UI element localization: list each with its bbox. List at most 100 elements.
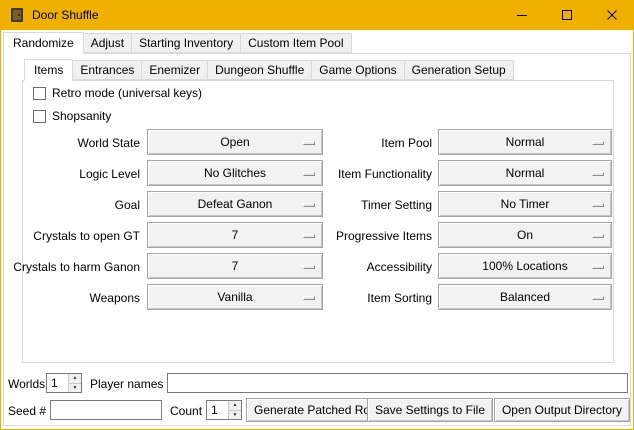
accessibility-label: Accessibility xyxy=(367,260,432,274)
door-shuffle-window: Door Shuffle Randomize Adjust Starting I… xyxy=(0,0,634,430)
worlds-value[interactable]: 1 xyxy=(47,374,68,392)
dropdown-value: No Glitches xyxy=(204,166,266,180)
minimize-button[interactable] xyxy=(499,0,544,30)
timer-setting-dropdown[interactable]: No Timer xyxy=(438,191,612,217)
shopsanity-label: Shopsanity xyxy=(52,109,111,123)
option-row: Crystals to harm Ganon 7 Accessibility 1… xyxy=(0,253,634,281)
item-functionality-label: Item Functionality xyxy=(338,167,432,181)
spin-down-icon[interactable]: ▼ xyxy=(229,411,241,420)
menu-indicator-icon xyxy=(303,172,315,176)
spinner-buttons: ▲ ▼ xyxy=(68,374,81,392)
player-names-input[interactable] xyxy=(167,373,628,393)
tab-starting-inventory[interactable]: Starting Inventory xyxy=(131,33,241,53)
accessibility-dropdown[interactable]: 100% Locations xyxy=(438,253,612,279)
crystals-gt-dropdown[interactable]: 7 xyxy=(147,222,323,248)
dropdown-value: No Timer xyxy=(501,197,550,211)
spinner-buttons: ▲ ▼ xyxy=(228,401,241,419)
crystals-ganon-label: Crystals to harm Ganon xyxy=(13,260,140,274)
dropdown-value: Defeat Ganon xyxy=(198,197,273,211)
goal-label: Goal xyxy=(115,198,140,212)
menu-indicator-icon xyxy=(592,141,604,145)
progressive-items-label: Progressive Items xyxy=(336,229,432,243)
tab-adjust[interactable]: Adjust xyxy=(83,33,132,53)
seed-label: Seed # xyxy=(8,404,46,418)
dropdown-value: 7 xyxy=(232,259,239,273)
player-names-label: Player names xyxy=(90,377,163,391)
open-output-directory-button[interactable]: Open Output Directory xyxy=(494,398,630,422)
world-state-dropdown[interactable]: Open xyxy=(147,129,323,155)
menu-indicator-icon xyxy=(592,265,604,269)
shopsanity-row: Shopsanity xyxy=(33,109,111,123)
tab-custom-item-pool[interactable]: Custom Item Pool xyxy=(240,33,351,53)
retro-mode-row: Retro mode (universal keys) xyxy=(33,86,202,100)
count-spinner[interactable]: 1 ▲ ▼ xyxy=(206,400,242,420)
menu-indicator-icon xyxy=(303,234,315,238)
dropdown-value: Normal xyxy=(506,166,545,180)
menu-indicator-icon xyxy=(303,296,315,300)
crystals-ganon-dropdown[interactable]: 7 xyxy=(147,253,323,279)
close-button[interactable] xyxy=(589,0,634,30)
shopsanity-checkbox[interactable] xyxy=(33,110,46,123)
tab-randomize[interactable]: Randomize xyxy=(3,32,84,54)
weapons-dropdown[interactable]: Vanilla xyxy=(147,284,323,310)
minimize-icon xyxy=(517,10,527,20)
tab-game-options[interactable]: Game Options xyxy=(311,60,404,80)
maximize-icon xyxy=(562,10,572,20)
option-row: Weapons Vanilla Item Sorting Balanced xyxy=(0,284,634,312)
retro-mode-checkbox[interactable] xyxy=(33,87,46,100)
item-sorting-label: Item Sorting xyxy=(367,291,432,305)
count-label: Count xyxy=(170,404,202,418)
dropdown-value: Balanced xyxy=(500,290,550,304)
worlds-spinner[interactable]: 1 ▲ ▼ xyxy=(46,373,82,393)
dropdown-value: Normal xyxy=(506,135,545,149)
menu-indicator-icon xyxy=(592,296,604,300)
logic-level-label: Logic Level xyxy=(79,167,140,181)
spin-up-icon[interactable]: ▲ xyxy=(229,401,241,411)
dropdown-value: 100% Locations xyxy=(482,259,567,273)
worlds-label: Worlds xyxy=(8,377,45,391)
option-row: Logic Level No Glitches Item Functionali… xyxy=(0,160,634,188)
inner-tab-bar: Items Entrances Enemizer Dungeon Shuffle… xyxy=(24,59,513,80)
menu-indicator-icon xyxy=(592,234,604,238)
option-row: Goal Defeat Ganon Timer Setting No Timer xyxy=(0,191,634,219)
timer-setting-label: Timer Setting xyxy=(361,198,432,212)
outer-tab-bar: Randomize Adjust Starting Inventory Cust… xyxy=(3,32,351,53)
tab-generation-setup[interactable]: Generation Setup xyxy=(404,60,514,80)
dropdown-value: 7 xyxy=(232,228,239,242)
progressive-items-dropdown[interactable]: On xyxy=(438,222,612,248)
option-row: Crystals to open GT 7 Progressive Items … xyxy=(0,222,634,250)
item-functionality-dropdown[interactable]: Normal xyxy=(438,160,612,186)
option-row: World State Open Item Pool Normal xyxy=(0,129,634,157)
menu-indicator-icon xyxy=(592,203,604,207)
menu-indicator-icon xyxy=(592,172,604,176)
weapons-label: Weapons xyxy=(90,291,140,305)
seed-input[interactable] xyxy=(50,400,162,420)
count-value[interactable]: 1 xyxy=(207,401,228,419)
dropdown-value: Vanilla xyxy=(217,290,252,304)
retro-mode-label: Retro mode (universal keys) xyxy=(52,86,202,100)
item-pool-label: Item Pool xyxy=(381,136,432,150)
logic-level-dropdown[interactable]: No Glitches xyxy=(147,160,323,186)
menu-indicator-icon xyxy=(303,203,315,207)
spin-up-icon[interactable]: ▲ xyxy=(69,374,81,384)
close-icon xyxy=(607,10,617,20)
window-title: Door Shuffle xyxy=(32,8,99,22)
dropdown-value: On xyxy=(517,228,533,242)
tab-dungeon-shuffle[interactable]: Dungeon Shuffle xyxy=(207,60,312,80)
tab-enemizer[interactable]: Enemizer xyxy=(141,60,208,80)
item-sorting-dropdown[interactable]: Balanced xyxy=(438,284,612,310)
goal-dropdown[interactable]: Defeat Ganon xyxy=(147,191,323,217)
world-state-label: World State xyxy=(78,136,140,150)
menu-indicator-icon xyxy=(303,141,315,145)
title-bar[interactable]: Door Shuffle xyxy=(0,0,634,30)
dropdown-value: Open xyxy=(220,135,249,149)
item-pool-dropdown[interactable]: Normal xyxy=(438,129,612,155)
app-icon[interactable] xyxy=(9,7,25,23)
tab-items[interactable]: Items xyxy=(24,59,73,81)
save-settings-button[interactable]: Save Settings to File xyxy=(367,398,493,422)
menu-indicator-icon xyxy=(303,265,315,269)
crystals-gt-label: Crystals to open GT xyxy=(33,229,140,243)
tab-entrances[interactable]: Entrances xyxy=(72,60,142,80)
maximize-button[interactable] xyxy=(544,0,589,30)
spin-down-icon[interactable]: ▼ xyxy=(69,384,81,393)
